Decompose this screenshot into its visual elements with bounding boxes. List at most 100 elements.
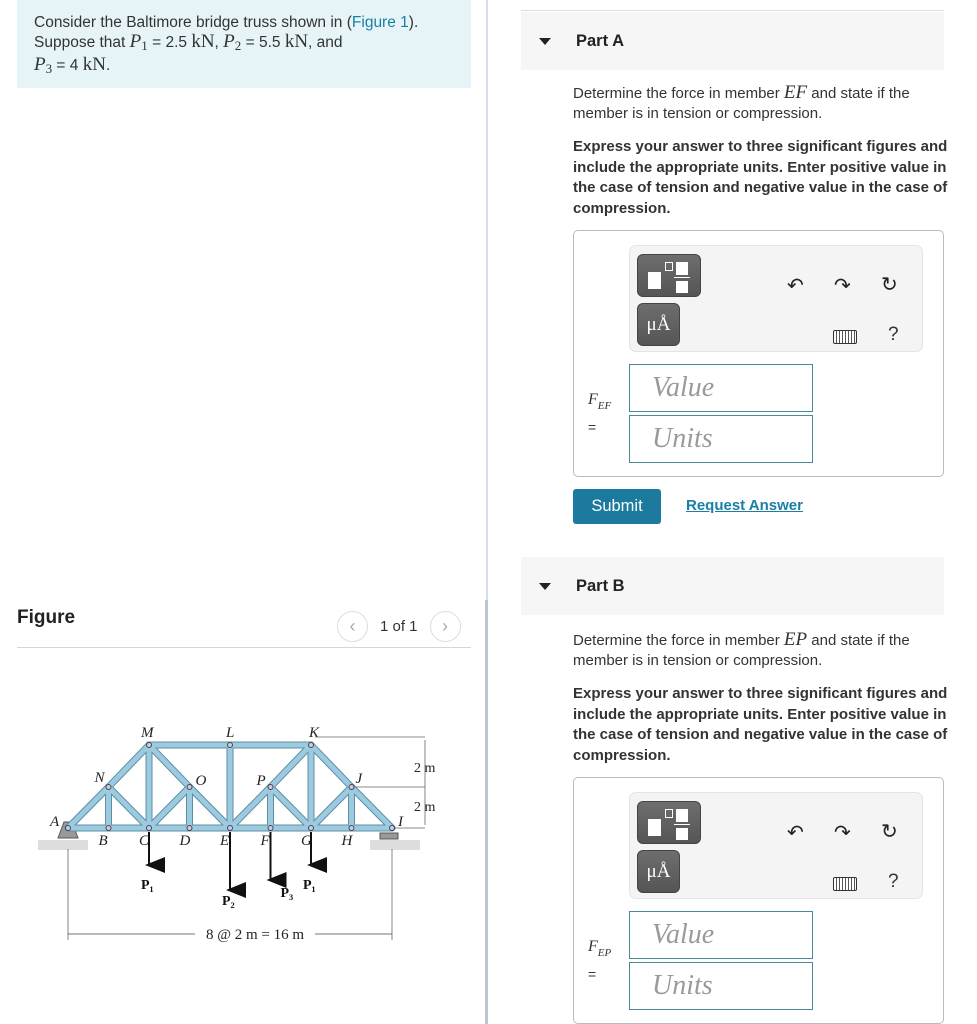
joint-N — [105, 784, 112, 790]
math-toolbar: μÅ ↶ ↷ ↻ ? — [629, 792, 923, 899]
reset-icon[interactable]: ↻ — [881, 272, 898, 297]
node-label-H: H — [341, 833, 354, 849]
joint-B — [105, 825, 112, 831]
node-label-D: D — [179, 833, 191, 849]
intro-text: Suppose that — [34, 34, 130, 51]
top-divider — [521, 10, 944, 11]
joint-A — [65, 825, 71, 831]
ground-right — [370, 840, 420, 850]
member-GJ — [308, 784, 354, 831]
load-label: P₁ — [303, 878, 316, 893]
member-name: EP — [783, 629, 808, 650]
part-a-header[interactable]: Part A — [521, 12, 944, 70]
p2-symbol: P2 — [223, 31, 242, 53]
part-b-title: Part B — [576, 576, 625, 595]
request-answer-link[interactable]: Request Answer — [686, 497, 803, 514]
equals-sign: = — [588, 966, 597, 982]
node-label-O: O — [196, 773, 207, 789]
unit: kN — [284, 31, 309, 52]
chevron-left-icon[interactable]: ‹ — [337, 611, 368, 642]
value-input[interactable]: Value — [629, 911, 813, 959]
node-label-E: E — [219, 833, 229, 849]
value-input[interactable]: Value — [629, 364, 813, 412]
joint-E — [227, 825, 233, 831]
figure-counter: 1 of 1 — [380, 618, 418, 635]
figure-title: Figure — [17, 607, 76, 628]
templates-button[interactable] — [637, 801, 701, 844]
joint-L — [227, 742, 233, 748]
keyboard-icon[interactable] — [833, 877, 857, 891]
intro-text: ). — [408, 14, 419, 31]
redo-icon[interactable]: ↷ — [834, 820, 851, 845]
units-button[interactable]: μÅ — [637, 303, 680, 346]
member-NM — [106, 742, 152, 790]
node-label-J: J — [356, 771, 364, 787]
roller-support — [379, 832, 399, 840]
scrollbar[interactable] — [485, 600, 488, 1024]
node-label-F: F — [260, 833, 271, 849]
undo-icon[interactable]: ↶ — [787, 273, 804, 298]
intro-text: . — [105, 57, 111, 74]
part-a-question: Determine the force in member EF and sta… — [573, 82, 910, 123]
joint-K — [308, 742, 314, 748]
node-label-L: L — [225, 725, 234, 741]
help-icon[interactable]: ? — [888, 871, 899, 893]
units-input[interactable]: Units — [629, 415, 813, 463]
keyboard-icon[interactable] — [833, 330, 857, 344]
member-NC — [106, 784, 152, 831]
part-b-header[interactable]: Part B — [521, 557, 944, 615]
math-toolbar: μÅ ↶ ↷ ↻ ? — [629, 245, 923, 352]
help-icon[interactable]: ? — [888, 324, 899, 346]
ground-left — [38, 840, 88, 850]
figure-divider — [17, 647, 471, 648]
part-a-title: Part A — [576, 31, 624, 50]
problem-statement: Consider the Baltimore bridge truss show… — [17, 0, 471, 88]
node-label-K: K — [308, 725, 320, 741]
part-b-question: Determine the force in member EP and sta… — [573, 629, 910, 670]
submit-button[interactable]: Submit — [573, 489, 661, 524]
caret-down-icon — [539, 582, 551, 590]
joint-H — [348, 825, 355, 831]
joint-O — [186, 784, 193, 790]
member-name: EF — [783, 82, 808, 103]
intro-text: Consider the Baltimore bridge truss show… — [34, 14, 352, 31]
member-PG — [268, 784, 314, 831]
caret-down-icon — [539, 37, 551, 45]
joint-C — [146, 825, 152, 831]
span-dimension: 8 @ 2 m = 16 m — [206, 927, 304, 943]
load-label: P₁ — [141, 878, 154, 893]
part-a-instructions: Express your answer to three significant… — [573, 138, 948, 217]
joint-G — [308, 825, 314, 831]
units-button[interactable]: μÅ — [637, 850, 680, 893]
intro-text: , and — [308, 34, 343, 51]
part-a-answer-box: μÅ ↶ ↷ ↻ ? FEF = Value Units — [573, 230, 944, 477]
problem-panel: Consider the Baltimore bridge truss show… — [0, 0, 486, 1024]
node-label-A: A — [49, 814, 60, 830]
member-JI — [349, 784, 395, 831]
truss-diagram: M L KN O P JAB C D E F G HI P₁P₂P₃P₁ 2 m 2 m 8 @ 2 … — [38, 725, 436, 943]
member-AN — [65, 784, 111, 831]
dim-lower: 2 m — [414, 800, 436, 815]
chevron-right-icon[interactable]: › — [429, 611, 461, 642]
equals-sign: = — [588, 419, 597, 435]
redo-icon[interactable]: ↷ — [834, 273, 851, 298]
figure-link[interactable]: Figure 1 — [352, 14, 409, 31]
variable-label: FEP — [588, 938, 612, 959]
member-KJ — [308, 742, 354, 790]
p2-value: = 5.5 — [241, 34, 285, 51]
dim-upper: 2 m — [414, 761, 436, 776]
p1-value: = 2.5 — [147, 34, 192, 51]
load-label: P₃ — [281, 886, 294, 901]
load-label: P₂ — [222, 894, 235, 909]
unit: kN — [82, 54, 106, 75]
joint-I — [389, 825, 395, 831]
variable-label: FEF — [588, 391, 612, 412]
node-label-M: M — [140, 725, 155, 741]
reset-icon[interactable]: ↻ — [881, 819, 898, 844]
templates-button[interactable] — [637, 254, 701, 297]
units-input[interactable]: Units — [629, 962, 813, 1010]
node-label-P: P — [256, 773, 266, 789]
member-OE — [187, 784, 233, 831]
member-EP — [227, 784, 273, 831]
undo-icon[interactable]: ↶ — [787, 820, 804, 845]
